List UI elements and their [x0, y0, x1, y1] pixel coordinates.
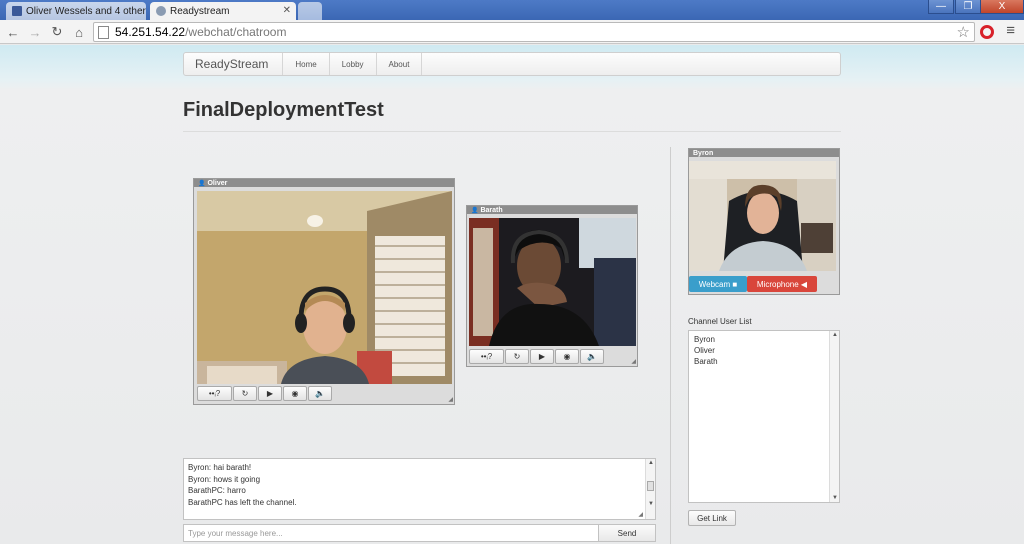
video-user-name: Barath	[480, 206, 503, 214]
page-icon	[98, 25, 109, 39]
user-list-scrollbar[interactable]: ▲ ▼	[829, 331, 839, 502]
page: ReadyStream Home Lobby About FinalDeploy…	[0, 45, 1024, 544]
webcam-button[interactable]: Webcam ■	[689, 276, 747, 292]
tab-facebook[interactable]: Oliver Wessels and 4 others	[6, 2, 146, 20]
chat-scrollbar[interactable]: ▲ ▼	[645, 459, 655, 519]
user-list-items: Byron Oliver Barath	[694, 334, 718, 367]
new-tab-button[interactable]	[298, 2, 322, 20]
title-divider	[183, 131, 841, 132]
video-feed-oliver	[197, 191, 452, 384]
site-navbar: ReadyStream Home Lobby About	[183, 52, 841, 76]
tab-title: Readystream	[170, 5, 230, 17]
message-input[interactable]	[183, 524, 599, 542]
resize-handle-icon[interactable]: ◢	[638, 511, 643, 518]
minimize-button[interactable]: —	[928, 0, 954, 14]
video-panel-oliver[interactable]: 👤 Oliver ••ᵢ? ↻ ▶ ◉ 🔈 ◢	[193, 178, 455, 405]
video-frame-byron	[689, 161, 836, 271]
video-controls: ••ᵢ? ↻ ▶ ◉ 🔈	[197, 386, 333, 401]
video-frame-barath	[469, 218, 636, 346]
url-host: 54.251.54.22	[115, 25, 186, 39]
page-title: FinalDeploymentTest	[183, 99, 384, 121]
url-path: /webchat/chatroom	[185, 25, 287, 39]
video-user-name: Byron	[693, 149, 714, 157]
volume-button[interactable]: 🔈	[580, 349, 604, 364]
list-item[interactable]: Barath	[694, 356, 718, 367]
video-feed-barath	[469, 218, 636, 346]
facebook-icon	[12, 6, 22, 16]
chat-line: BarathPC has left the channel.	[188, 497, 297, 507]
list-item[interactable]: Oliver	[694, 345, 718, 356]
close-icon[interactable]: ✕	[283, 5, 291, 16]
eye-button[interactable]: ◉	[283, 386, 307, 401]
video-controls: ••ᵢ? ↻ ▶ ◉ 🔈	[469, 349, 605, 364]
chat-line: Byron: hai barath!	[188, 463, 252, 472]
brand-link[interactable]: ReadyStream	[195, 57, 268, 71]
browser-toolbar: ← → ↻ ⌂ 54.251.54.22 /webchat/chatroom ☆…	[0, 20, 1024, 44]
page-icon	[156, 6, 166, 16]
back-arrow-icon[interactable]: ←	[4, 23, 22, 41]
microphone-button[interactable]: Microphone ◀	[747, 276, 817, 292]
signal-button[interactable]: ••ᵢ?	[469, 349, 504, 364]
tab-readystream[interactable]: Readystream ✕	[150, 2, 296, 20]
home-icon[interactable]: ⌂	[70, 23, 88, 41]
user-icon: 👤	[471, 207, 479, 214]
resize-handle-icon[interactable]: ◢	[448, 396, 453, 403]
chat-line: Byron: hows it going	[188, 474, 261, 484]
video-frame-oliver	[197, 191, 452, 384]
video-feed-byron	[689, 161, 836, 271]
chat-line: BarathPC: harro	[188, 486, 246, 495]
video-header: 👤 Oliver	[194, 179, 454, 187]
close-window-button[interactable]: X	[980, 0, 1024, 14]
user-icon: 👤	[198, 180, 206, 187]
address-bar[interactable]: 54.251.54.22 /webchat/chatroom	[93, 22, 975, 42]
browser-tabstrip: Oliver Wessels and 4 others Readystream …	[0, 0, 1024, 20]
chat-log[interactable]: Byron: hai barath! Byron: hows it going …	[183, 458, 656, 520]
video-header: Byron	[689, 149, 839, 157]
bookmark-star-icon[interactable]: ☆	[957, 23, 970, 41]
play-button[interactable]: ▶	[258, 386, 282, 401]
maximize-button[interactable]: ❐	[955, 0, 981, 14]
nav-divider	[421, 53, 423, 75]
nav-lobby[interactable]: Lobby	[330, 60, 376, 69]
scroll-thumb[interactable]	[647, 481, 654, 491]
menu-icon[interactable]: ≡	[1006, 22, 1015, 39]
refresh-button[interactable]: ↻	[233, 386, 257, 401]
user-list-label: Channel User List	[688, 317, 752, 326]
scroll-up-icon[interactable]: ▲	[832, 332, 838, 338]
video-header: 👤 Barath	[467, 206, 637, 214]
scroll-down-icon[interactable]: ▼	[648, 501, 654, 507]
get-link-button[interactable]: Get Link	[688, 510, 736, 526]
forward-arrow-icon[interactable]: →	[26, 23, 44, 41]
volume-button[interactable]: 🔈	[308, 386, 332, 401]
chat-lines: Byron: hai barath! Byron: hows it going …	[188, 462, 297, 508]
eye-button[interactable]: ◉	[555, 349, 579, 364]
video-panel-barath[interactable]: 👤 Barath ••ᵢ? ↻ ▶ ◉ 🔈 ◢	[466, 205, 638, 367]
list-item[interactable]: Byron	[694, 334, 718, 345]
nav-about[interactable]: About	[377, 60, 422, 69]
tab-title: Oliver Wessels and 4 others	[26, 5, 146, 17]
refresh-button[interactable]: ↻	[505, 349, 529, 364]
send-button[interactable]: Send	[599, 524, 656, 542]
video-user-name: Oliver	[207, 179, 228, 187]
reload-icon[interactable]: ↻	[48, 23, 66, 41]
column-divider	[670, 147, 671, 544]
video-panel-byron[interactable]: Byron Webcam ■ Microphone ◀	[688, 148, 840, 295]
opera-extension-icon[interactable]	[980, 25, 994, 39]
scroll-down-icon[interactable]: ▼	[832, 495, 838, 501]
nav-home[interactable]: Home	[283, 60, 328, 69]
scroll-up-icon[interactable]: ▲	[648, 460, 654, 466]
play-button[interactable]: ▶	[530, 349, 554, 364]
resize-handle-icon[interactable]: ◢	[631, 358, 636, 365]
channel-user-list[interactable]: Byron Oliver Barath ▲ ▼	[688, 330, 840, 503]
signal-button[interactable]: ••ᵢ?	[197, 386, 232, 401]
